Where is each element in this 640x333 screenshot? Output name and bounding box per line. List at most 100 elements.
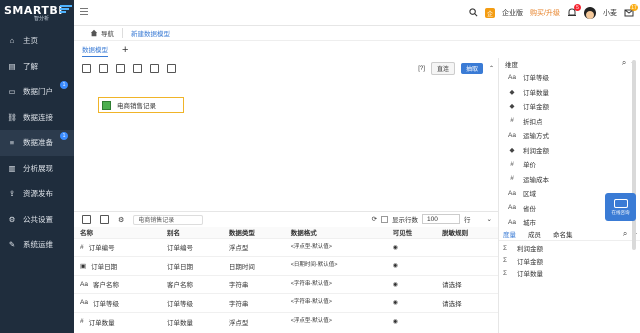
table-row[interactable]: Aa 订单等级 订单等级 字符串 <字符串-默认值> ◉ 请选择 bbox=[74, 293, 498, 312]
mask-rule-cell[interactable] bbox=[436, 256, 498, 275]
tab-members[interactable]: 成员 bbox=[528, 229, 541, 239]
refresh-icon[interactable]: ⟳ bbox=[372, 215, 377, 223]
alias-cell[interactable]: 客户名称 bbox=[160, 274, 223, 294]
buy-upgrade-link[interactable]: 购买/升级 bbox=[530, 8, 560, 18]
type-cell[interactable]: 浮点型 bbox=[222, 237, 285, 257]
eye-icon[interactable]: ◉ bbox=[393, 245, 398, 251]
sidebar-item-5[interactable]: ▥ 分析展现 bbox=[0, 156, 74, 182]
tab-measure[interactable]: 度量 bbox=[503, 229, 516, 239]
breadcrumb-home[interactable]: 导航 bbox=[90, 28, 114, 38]
extract-button[interactable]: 抽取 bbox=[460, 63, 483, 74]
search-icon[interactable]: ⌕ bbox=[623, 229, 627, 239]
visibility-cell[interactable]: ◉ bbox=[386, 311, 437, 331]
alias-cell[interactable]: 订单编号 bbox=[160, 237, 223, 257]
mask-rule-cell[interactable]: 请选择 bbox=[436, 293, 498, 312]
mask-rule-cell[interactable]: 请选择 bbox=[436, 274, 498, 294]
field-type-icon: Aa bbox=[80, 299, 88, 307]
dimension-field[interactable]: ◆ 利润金额 bbox=[499, 143, 640, 158]
type-cell[interactable]: 浮点型 bbox=[222, 311, 285, 331]
table-row[interactable]: # 订单数量 订单数量 浮点型 <浮点型-默认值> ◉ bbox=[74, 311, 498, 331]
mask-rule-cell[interactable] bbox=[436, 237, 498, 257]
new-table-icon[interactable] bbox=[82, 63, 91, 73]
notification-bell-icon[interactable]: 5 bbox=[567, 4, 581, 18]
search-icon[interactable] bbox=[469, 7, 478, 19]
column-header: 数据类型 bbox=[222, 227, 285, 238]
logo-subtext: 智分析 bbox=[34, 15, 50, 22]
chevron-down-icon[interactable]: ⌄ bbox=[487, 215, 492, 223]
visibility-cell[interactable]: ◉ bbox=[386, 274, 437, 294]
format-cell[interactable]: <浮点型-默认值> bbox=[284, 237, 387, 257]
publish-icon: ⇪ bbox=[8, 189, 16, 199]
dimension-field[interactable]: Aa 运输方式 bbox=[499, 128, 640, 143]
message-icon[interactable]: 17 bbox=[624, 4, 638, 18]
layout-icon[interactable] bbox=[167, 63, 176, 73]
mask-rule-cell[interactable] bbox=[436, 311, 498, 331]
format-cell[interactable]: <字符串-默认值> bbox=[284, 293, 387, 312]
eye-icon[interactable]: ◉ bbox=[393, 282, 398, 288]
alias-cell[interactable]: 订单数量 bbox=[160, 311, 223, 331]
type-cell[interactable]: 日期时间 bbox=[222, 256, 285, 275]
settings-icon[interactable]: ⚙ bbox=[118, 216, 124, 224]
filter-icon[interactable] bbox=[150, 63, 159, 73]
type-cell[interactable]: 字符串 bbox=[222, 293, 285, 312]
help-button[interactable]: [?] bbox=[418, 66, 425, 72]
scrollbar[interactable] bbox=[632, 60, 636, 250]
canvas-toolbar: [?] 直连 抽取 ⌃ bbox=[74, 60, 498, 76]
dimension-field[interactable]: # 单价 bbox=[499, 157, 640, 172]
dimension-field[interactable]: # 折扣点 bbox=[499, 114, 640, 129]
sidebar-item-7[interactable]: ⚙ 公共设置 bbox=[0, 207, 74, 233]
table-search-input[interactable]: 电商销售记录 bbox=[133, 214, 204, 225]
alias-cell[interactable]: 订单等级 bbox=[160, 293, 223, 312]
alias-cell[interactable]: 订单日期 bbox=[160, 256, 223, 275]
online-consult-button[interactable]: 在线咨询 bbox=[605, 193, 636, 221]
visibility-cell[interactable]: ◉ bbox=[386, 237, 437, 257]
table-row[interactable]: # 订单编号 订单编号 浮点型 <浮点型-默认值> ◉ bbox=[74, 237, 498, 257]
sidebar-item-1[interactable]: ▤ 了解 bbox=[0, 54, 74, 80]
sidebar-item-8[interactable]: ✎ 系统运维 bbox=[0, 232, 74, 258]
name-cell: Aa 订单等级 bbox=[74, 293, 161, 312]
eye-icon[interactable]: ◉ bbox=[393, 300, 398, 306]
sidebar-item-4[interactable]: ≡ 数据准备 1 bbox=[0, 130, 74, 156]
format-cell[interactable]: <日期时间-默认值> bbox=[284, 256, 387, 275]
tab-data-model[interactable]: 数据模型 bbox=[82, 42, 108, 57]
edit-icon[interactable] bbox=[133, 63, 142, 73]
user-name[interactable]: 小麦 bbox=[603, 8, 617, 18]
field-type-icon: ◆ bbox=[509, 103, 515, 111]
add-tab-icon[interactable]: + bbox=[122, 44, 128, 56]
dimension-field[interactable]: ◆ 订单数量 bbox=[499, 85, 640, 100]
visibility-cell[interactable]: ◉ bbox=[386, 293, 437, 312]
measure-field[interactable]: Σ 订单金额 bbox=[499, 255, 543, 268]
sidebar-item-0[interactable]: ⌂ 主页 bbox=[0, 28, 74, 54]
eye-icon[interactable]: ◉ bbox=[393, 263, 398, 269]
search-icon[interactable]: ⌕ bbox=[622, 58, 626, 68]
save-icon[interactable] bbox=[99, 63, 108, 73]
dimension-field[interactable]: # 运输成本 bbox=[499, 172, 640, 187]
rows-input[interactable]: 100 bbox=[422, 214, 461, 224]
visibility-cell[interactable]: ◉ bbox=[386, 256, 437, 275]
menu-toggle-icon[interactable] bbox=[80, 8, 88, 17]
breadcrumb-tab[interactable]: 新建数据模型 bbox=[122, 28, 178, 38]
dimension-field[interactable]: ◆ 订单金额 bbox=[499, 99, 640, 114]
collapse-icon[interactable]: ⌃ bbox=[489, 65, 494, 72]
format-cell[interactable]: <浮点型-默认值> bbox=[284, 311, 387, 331]
type-cell[interactable]: 字符串 bbox=[222, 274, 285, 294]
table-row[interactable]: Aa 客户名称 客户名称 字符串 <字符串-默认值> ◉ 请选择 bbox=[74, 274, 498, 294]
measure-field[interactable]: Σ 利润金额 bbox=[499, 242, 543, 255]
preview-icon[interactable] bbox=[82, 215, 91, 224]
dimension-field[interactable]: Aa 订单等级 bbox=[499, 70, 640, 85]
sidebar-item-2[interactable]: ▭ 数据门户 1 bbox=[0, 79, 74, 105]
grid-icon[interactable] bbox=[100, 215, 109, 224]
sidebar-item-3[interactable]: ⛓ 数据连接 bbox=[0, 105, 74, 131]
direct-button[interactable]: 直连 bbox=[430, 62, 455, 75]
eye-icon[interactable]: ◉ bbox=[393, 319, 398, 325]
table-node-icon bbox=[102, 100, 111, 110]
table-row[interactable]: ▣ 订单日期 订单日期 日期时间 <日期时间-默认值> ◉ bbox=[74, 256, 498, 275]
show-rows-checkbox[interactable] bbox=[381, 215, 389, 223]
sql-icon[interactable] bbox=[116, 63, 125, 73]
table-node[interactable]: 电商销售记录 bbox=[98, 97, 184, 113]
tab-named-sets[interactable]: 命名集 bbox=[553, 229, 573, 239]
avatar[interactable] bbox=[584, 7, 596, 19]
sidebar-item-6[interactable]: ⇪ 资源发布 bbox=[0, 181, 74, 207]
measure-field[interactable]: Σ 订单数量 bbox=[499, 267, 543, 280]
format-cell[interactable]: <字符串-默认值> bbox=[284, 274, 387, 294]
